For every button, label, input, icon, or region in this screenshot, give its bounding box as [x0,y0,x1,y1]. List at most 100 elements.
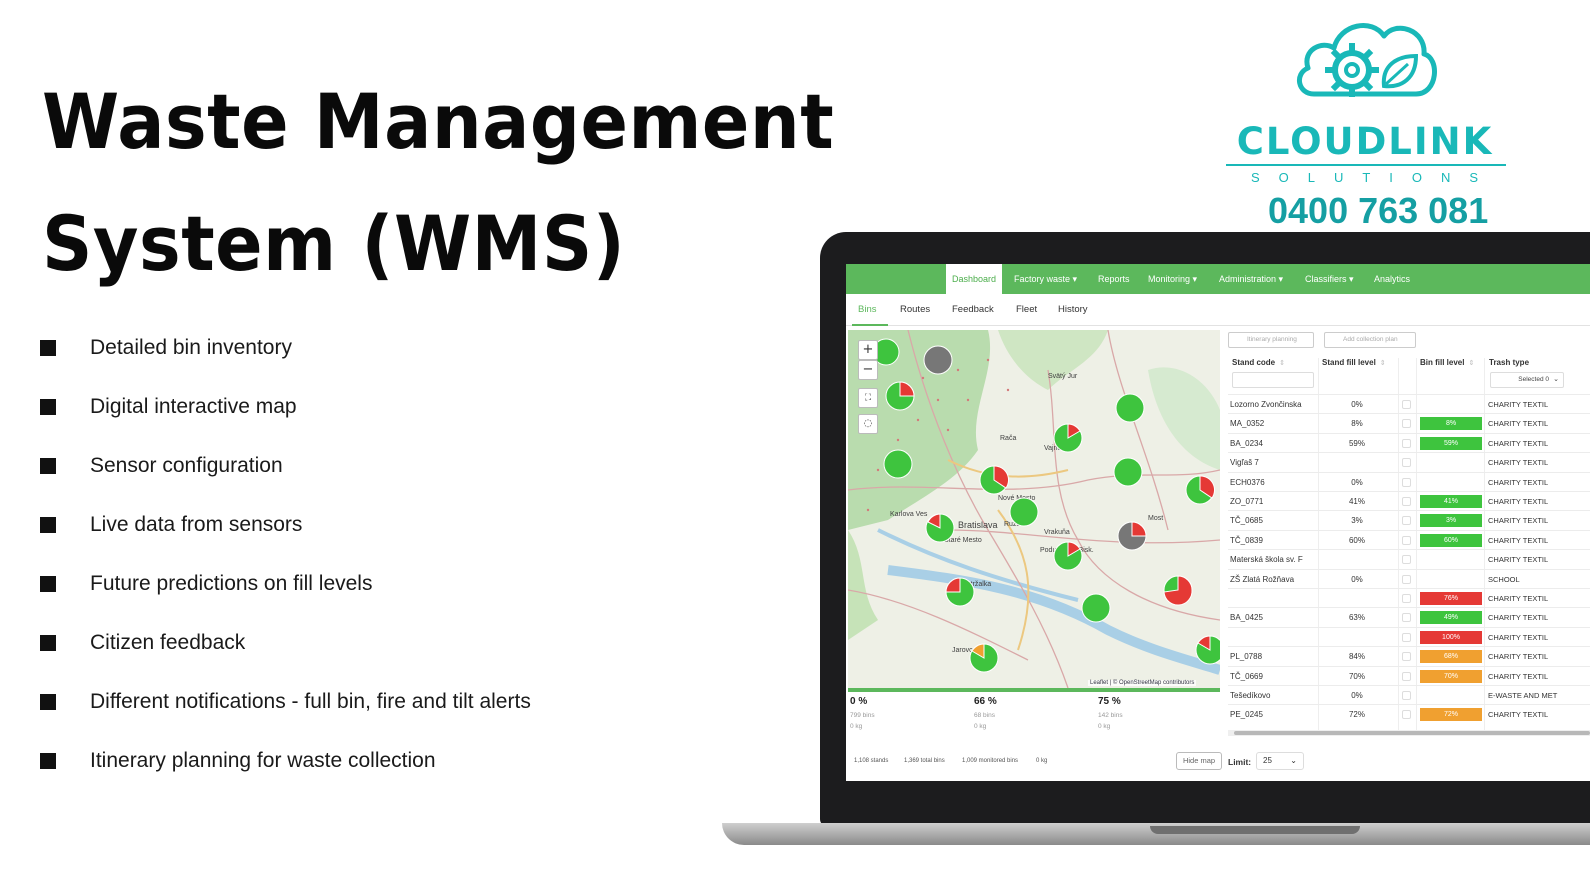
row-checkbox[interactable] [1402,535,1411,545]
row-checkbox[interactable] [1402,516,1411,526]
table-row[interactable]: Vigľaš 7 CHARITY TEXTIL [1228,452,1590,471]
cell-stand-code[interactable]: BA_0425 [1230,608,1316,627]
bullet-square-icon [40,575,56,592]
fullscreen-icon[interactable]: ⛶ [858,388,878,408]
row-checkbox[interactable] [1402,574,1411,584]
table-row[interactable]: ZO_0771 41% 41% CHARITY TEXTIL [1228,491,1590,510]
row-checkbox[interactable] [1402,710,1411,720]
lasso-select-icon[interactable]: ◌ [858,414,878,434]
table-row[interactable]: TČ_0685 3% 3% CHARITY TEXTIL [1228,510,1590,529]
table-row[interactable]: BA_0234 59% 59% CHARITY TEXTIL [1228,432,1590,453]
cell-stand-code[interactable]: BA_0234 [1230,434,1316,453]
bin-fill-badge: 59% [1420,436,1482,450]
cell-stand-code[interactable]: Lozorno Zvončinska [1230,395,1316,414]
cell-stand-code[interactable]: ECH0376 [1230,473,1316,492]
feature-text: Digital interactive map [90,394,297,418]
brand-name: CLOUDLINK [1236,120,1494,163]
nav-dashboard[interactable]: Dashboard [946,264,1003,294]
brand-tagline: SOLUTIONS [1250,170,1498,185]
cell-trash-type: CHARITY TEXTIL [1488,477,1549,487]
cell-stand-code[interactable]: TČ_0839 [1230,531,1316,550]
cell-trash-type: CHARITY TEXTIL [1488,594,1549,603]
cell-stand-code[interactable]: TČ_0669 [1230,667,1316,686]
tab-history[interactable]: History [1058,304,1088,315]
row-checkbox[interactable] [1402,458,1411,468]
tab-routes[interactable]: Routes [900,304,930,315]
row-checkbox[interactable] [1402,419,1411,429]
trash-type-filter-select[interactable]: Selected 0 ⌄ [1490,372,1564,388]
cell-trash-type: CHARITY TEXTIL [1488,497,1549,506]
table-row[interactable]: MA_0352 8% 8% CHARITY TEXTIL [1228,413,1590,432]
brand-divider [1226,164,1506,166]
cell-trash-type: CHARITY TEXTIL [1488,458,1549,468]
column-header-bin-fill[interactable]: Bin fill level ⇕ [1420,358,1474,367]
nav-factory-waste[interactable]: Factory waste ▾ [1014,264,1077,294]
row-checkbox[interactable] [1402,671,1411,681]
cell-stand-code[interactable] [1230,628,1316,647]
table-row[interactable]: Lozorno Zvončinska 0% CHARITY TEXTIL [1228,394,1590,413]
add-collection-plan-button[interactable]: Add collection plan [1324,332,1416,348]
map-attribution[interactable]: Leaflet | © OpenStreetMap contributors [1088,680,1197,686]
total-weight: 0 kg [1036,758,1048,764]
row-checkbox[interactable] [1402,555,1411,565]
table-row[interactable]: ZŠ Zlatá Rožňava 0% SCHOOL [1228,568,1590,589]
cloud-gear-leaf-icon [1297,23,1437,97]
tab-bins[interactable]: Bins [858,304,876,315]
bin-map[interactable]: Svätý Jur Rača Vajnory Karlova Ves Brati… [848,330,1220,688]
table-row[interactable]: Materská škola sv. F CHARITY TEXTIL [1228,549,1590,568]
hide-map-button[interactable]: Hide map [1176,752,1222,770]
column-header-stand-fill[interactable]: Stand fill level ⇕ [1322,358,1386,367]
scrollbar-thumb[interactable] [1234,731,1590,735]
cell-stand-code[interactable]: PE_0245 [1230,705,1316,724]
column-header-trash-type[interactable]: Trash type [1489,358,1529,367]
table-row[interactable]: TČ_0839 60% 60% CHARITY TEXTIL [1228,529,1590,550]
tab-feedback[interactable]: Feedback [952,304,994,315]
monitored-bins-count: 1,009 monitored bins [962,758,1019,764]
cell-stand-code[interactable]: TČ_0685 [1230,511,1316,530]
nav-monitoring[interactable]: Monitoring ▾ [1148,264,1197,294]
nav-analytics[interactable]: Analytics [1374,264,1410,294]
row-checkbox[interactable] [1402,477,1411,487]
cell-stand-code[interactable]: MA_0352 [1230,414,1316,433]
table-row[interactable]: PE_0245 72% 72% CHARITY TEXTIL [1228,704,1590,723]
limit-select[interactable]: 25 ⌄ [1256,752,1304,770]
map-label: Most [1148,515,1163,522]
bin-fill-badge: 70% [1420,669,1482,683]
phone-number[interactable]: 0400 763 081 [1268,190,1488,232]
row-checkbox[interactable] [1402,691,1411,700]
bin-fill-badge: 68% [1420,650,1482,664]
table-row[interactable]: Tešedíkovo 0% E-WASTE AND MET [1228,685,1590,704]
cell-stand-code[interactable]: Vigľaš 7 [1230,453,1316,472]
row-checkbox[interactable] [1402,613,1411,623]
map-label: Rača [1000,435,1016,442]
table-row[interactable]: 100% CHARITY TEXTIL [1228,626,1590,647]
cell-stand-code[interactable]: Materská škola sv. F [1230,550,1316,569]
stand-code-filter-input[interactable] [1232,372,1314,388]
table-row[interactable]: ECH0376 0% CHARITY TEXTIL [1228,471,1590,492]
table-row[interactable]: PL_0788 84% 68% CHARITY TEXTIL [1228,646,1590,665]
nav-reports[interactable]: Reports [1098,264,1130,294]
stat-kg: 0 kg [850,723,863,730]
column-header-stand-code[interactable]: Stand code ⇕ [1232,358,1285,367]
table-row[interactable]: 76% CHARITY TEXTIL [1228,588,1590,607]
cell-stand-code[interactable]: ZO_0771 [1230,492,1316,511]
row-checkbox[interactable] [1402,632,1411,642]
itinerary-planning-button[interactable]: Itinerary planning [1228,332,1314,348]
feature-list: Detailed bin inventory Digital interacti… [40,318,531,790]
row-checkbox[interactable] [1402,594,1411,603]
cell-stand-code[interactable] [1230,589,1316,608]
cell-stand-code[interactable]: PL_0788 [1230,647,1316,666]
zoom-in-button[interactable]: + [858,340,878,360]
nav-classifiers[interactable]: Classifiers ▾ [1305,264,1354,294]
zoom-out-button[interactable]: − [858,360,878,380]
table-row[interactable]: TČ_0669 70% 70% CHARITY TEXTIL [1228,665,1590,686]
cell-stand-code[interactable]: Tešedíkovo [1230,686,1316,705]
row-checkbox[interactable] [1402,438,1411,448]
tab-fleet[interactable]: Fleet [1016,304,1037,315]
cell-stand-code[interactable]: ZŠ Zlatá Rožňava [1230,570,1316,589]
row-checkbox[interactable] [1402,652,1411,662]
table-row[interactable]: BA_0425 63% 49% CHARITY TEXTIL [1228,607,1590,626]
row-checkbox[interactable] [1402,497,1411,506]
row-checkbox[interactable] [1402,400,1411,409]
nav-administration[interactable]: Administration ▾ [1219,264,1283,294]
